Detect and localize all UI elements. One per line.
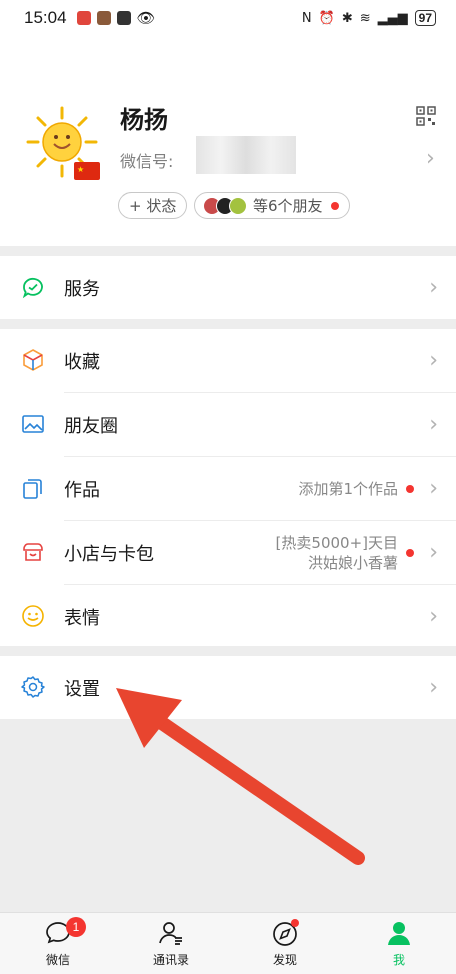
tab-me[interactable]: 我 [359, 919, 439, 968]
tab-label: 通讯录 [152, 953, 189, 967]
chevron-right-icon: › [429, 475, 438, 501]
new-indicator-dot [406, 484, 414, 493]
app-notification-icon [76, 11, 91, 25]
profile-name: 杨扬 [120, 106, 168, 134]
status-time: 15:04 [24, 8, 67, 27]
tab-discover[interactable]: 发现 [245, 919, 325, 968]
battery-indicator: 97 [414, 10, 436, 26]
menu-item-favorites[interactable]: 收藏 › [0, 329, 456, 392]
profile-header[interactable]: ★ 杨扬 微信号: › + 状态 等6个朋友 [0, 36, 456, 246]
sticker-smiley-icon [22, 605, 44, 627]
chevron-right-icon: › [429, 411, 438, 437]
friends-status-pill[interactable]: 等6个朋友 [194, 192, 350, 219]
menu-item-moments[interactable]: 朋友圈 › [0, 393, 456, 456]
friends-status-text: 等6个朋友 [253, 197, 323, 215]
qr-code-icon[interactable] [416, 106, 436, 126]
menu-label: 收藏 [64, 351, 100, 373]
settings-gear-icon [21, 676, 45, 698]
menu-label: 朋友圈 [64, 415, 118, 437]
menu-item-stickers[interactable]: 表情 › [0, 585, 456, 648]
works-hint-text: 添加第1个作品 [298, 479, 398, 498]
menu-label: 表情 [64, 607, 100, 629]
bluetooth-icon: ✱ [341, 10, 353, 26]
new-indicator-dot [330, 201, 339, 210]
shop-icon [23, 543, 43, 561]
tab-contacts[interactable]: 通讯录 [131, 919, 211, 968]
wifi-icon: ≋ [359, 10, 371, 26]
tab-chats[interactable]: 1 微信 [18, 917, 98, 968]
chevron-right-icon: › [426, 146, 435, 171]
friend-avatar [229, 196, 247, 215]
chevron-right-icon: › [429, 539, 438, 565]
wechat-id-label: 微信号: [120, 152, 174, 171]
wechat-id-redacted [196, 136, 296, 174]
chevron-right-icon: › [429, 603, 438, 629]
services-section: 服务 › [0, 256, 456, 319]
settings-section: 设置 › [0, 656, 456, 719]
menu-label: 作品 [64, 479, 100, 501]
status-bar: 15:04 👁 N ⏰ ✱ ≋ ▂▄▆ 97 [0, 0, 456, 36]
avatar[interactable]: ★ [24, 104, 104, 184]
shop-hint-line: [热卖5000+]天目 [275, 533, 398, 552]
chevron-right-icon: › [429, 274, 438, 300]
menu-label: 设置 [64, 678, 100, 700]
chevron-right-icon: › [429, 674, 438, 700]
app-notification-icon [96, 11, 111, 25]
menu-label: 服务 [64, 278, 100, 300]
app-notification-icon [116, 11, 131, 25]
signal-icon: ▂▄▆ [377, 10, 408, 26]
favorites-cube-icon [23, 349, 43, 371]
nfc-icon: N [301, 10, 312, 26]
contacts-icon [159, 922, 182, 945]
tab-label: 发现 [272, 953, 297, 967]
services-icon [22, 277, 43, 299]
menu-item-settings[interactable]: 设置 › [0, 656, 456, 719]
tab-label: 微信 [45, 953, 70, 967]
compass-icon [273, 919, 299, 946]
works-hint: 添加第1个作品 [298, 479, 414, 499]
menu-item-works[interactable]: 作品 添加第1个作品 › [0, 457, 456, 520]
chevron-right-icon: › [429, 347, 438, 373]
menu-item-services[interactable]: 服务 › [0, 256, 456, 319]
menu-label: 小店与卡包 [64, 543, 154, 565]
moments-image-icon [22, 415, 44, 433]
add-status-button[interactable]: + 状态 [118, 192, 188, 219]
svg-text:★: ★ [77, 165, 84, 174]
eye-icon: 👁 [136, 9, 156, 27]
unread-badge: 1 [66, 917, 86, 937]
new-indicator-dot [406, 548, 414, 557]
tab-label: 我 [392, 953, 405, 967]
shop-hint-line: 洪姑娘小香薯 [307, 553, 398, 572]
alarm-icon: ⏰ [318, 10, 335, 26]
menu-item-shop[interactable]: 小店与卡包 [热卖5000+]天目 洪姑娘小香薯 › [0, 521, 456, 584]
bottom-tab-bar: 1 微信 通讯录 发现 我 [0, 912, 456, 974]
person-icon [388, 922, 410, 945]
works-icon [23, 479, 42, 499]
shop-hint: [热卖5000+]天目 洪姑娘小香薯 [276, 533, 414, 573]
main-menu-section: 收藏 › 朋友圈 › 作品 添加第1个作品 › 小店与卡包 [热卖5000+]天… [0, 329, 456, 646]
